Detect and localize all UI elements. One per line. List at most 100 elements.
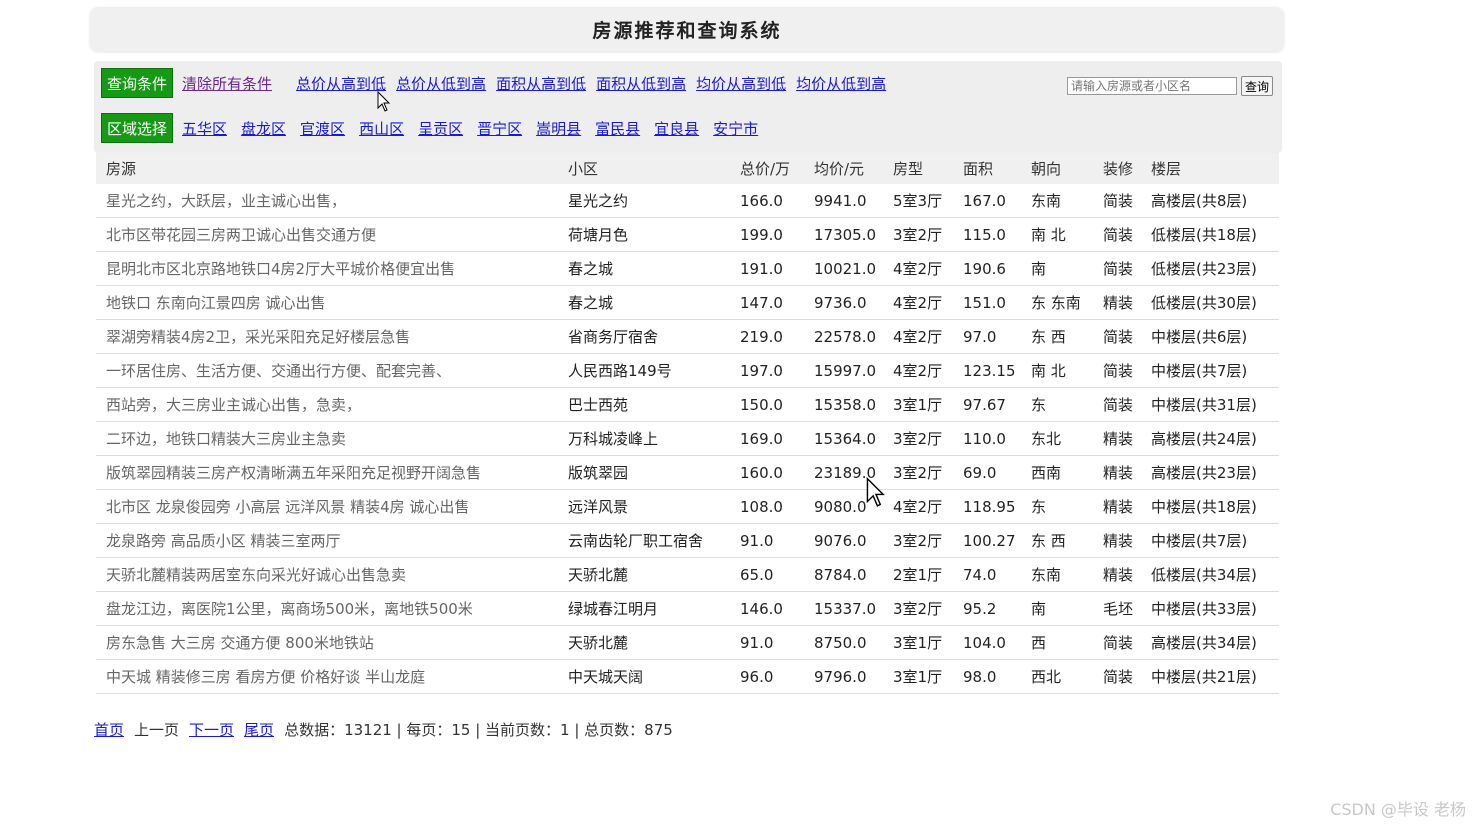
cell-title: 西站旁，大三房业主诚心出售，急卖， <box>96 387 558 422</box>
cell-floor: 低楼层(共30层) <box>1141 285 1279 320</box>
cell-layout: 4室2厅 <box>883 319 953 354</box>
table-row: 二环边，地铁口精装大三房业主急卖 万科城凌峰上 169.0 15364.0 3室2厅 11… <box>96 421 1279 456</box>
region-link-jinning[interactable]: 晋宁区 <box>477 118 522 139</box>
cell-community: 天骄北麓 <box>558 557 730 592</box>
cell-floor: 低楼层(共23层) <box>1141 251 1279 286</box>
cell-title: 星光之约，大跃层，业主诚心出售， <box>96 184 558 218</box>
region-row: 区域选择 五华区 盘龙区 官渡区 西山区 呈贡区 晋宁区 嵩明县 富民县 宜良县… <box>101 113 763 143</box>
cell-area: 115.0 <box>953 217 1021 252</box>
cell-area: 97.0 <box>953 319 1021 354</box>
cell-area: 69.0 <box>953 455 1021 490</box>
cell-layout: 3室1厅 <box>883 625 953 660</box>
table-row: 翠湖旁精装4房2卫，采光采阳充足好楼层急售 省商务厅宿舍 219.0 22578.0 4… <box>96 319 1279 354</box>
first-page-link[interactable]: 首页 <box>94 719 124 740</box>
cell-community: 荷塘月色 <box>558 217 730 252</box>
header-total-price: 总价/万 <box>730 153 804 184</box>
table-row: 一环居住房、生活方便、交通出行方便、配套完善、 人民西路149号 197.0 1599… <box>96 353 1279 388</box>
cell-title: 天骄北麓精装两居室东向采光好诚心出售急卖 <box>96 557 558 592</box>
cell-decoration: 简装 <box>1093 184 1141 218</box>
region-link-songming[interactable]: 嵩明县 <box>536 118 581 139</box>
last-page-link[interactable]: 尾页 <box>244 719 274 740</box>
cell-total-price: 199.0 <box>730 217 804 252</box>
header-title: 房源 <box>96 153 558 184</box>
cell-unit-price: 8784.0 <box>804 557 883 592</box>
cell-unit-price: 15364.0 <box>804 421 883 456</box>
cell-layout: 3室2厅 <box>883 217 953 252</box>
cell-area: 100.27 <box>953 523 1021 558</box>
cell-layout: 5室3厅 <box>883 184 953 218</box>
cell-decoration: 精装 <box>1093 523 1141 558</box>
sort-area-desc-link[interactable]: 面积从高到低 <box>496 73 586 94</box>
cell-area: 167.0 <box>953 184 1021 218</box>
cell-unit-price: 10021.0 <box>804 251 883 286</box>
region-link-fumin[interactable]: 富民县 <box>595 118 640 139</box>
sort-unit-price-desc-link[interactable]: 均价从高到低 <box>696 73 786 94</box>
cell-unit-price: 15337.0 <box>804 591 883 626</box>
next-page-link[interactable]: 下一页 <box>189 719 234 740</box>
cell-area: 110.0 <box>953 421 1021 456</box>
table-row: 星光之约，大跃层，业主诚心出售， 星光之约 166.0 9941.0 5室3厅 167.0… <box>96 184 1279 218</box>
cell-decoration: 精装 <box>1093 421 1141 456</box>
region-link-xishan[interactable]: 西山区 <box>359 118 404 139</box>
cell-total-price: 191.0 <box>730 251 804 286</box>
page-title: 房源推荐和查询系统 <box>90 7 1284 51</box>
cell-orientation: 南 <box>1021 251 1093 286</box>
cell-area: 74.0 <box>953 557 1021 592</box>
cell-total-price: 91.0 <box>730 523 804 558</box>
region-link-yiliang[interactable]: 宜良县 <box>654 118 699 139</box>
cell-title: 昆明北市区北京路地铁口4房2厅大平城价格便宜出售 <box>96 251 558 286</box>
region-link-guandu[interactable]: 官渡区 <box>300 118 345 139</box>
cell-layout: 3室1厅 <box>883 659 953 694</box>
table-row: 中天城 精装修三房 看房方便 价格好谈 半山龙庭 中天城天阔 96.0 9796.0 3… <box>96 659 1279 694</box>
cell-unit-price: 9076.0 <box>804 523 883 558</box>
region-link-chenggong[interactable]: 呈贡区 <box>418 118 463 139</box>
cell-layout: 4室2厅 <box>883 285 953 320</box>
cell-title: 盘龙江边，离医院1公里，离商场500米，离地铁500米 <box>96 591 558 626</box>
cell-decoration: 简装 <box>1093 387 1141 422</box>
search-input[interactable] <box>1066 77 1237 95</box>
cell-area: 97.67 <box>953 387 1021 422</box>
sort-area-asc-link[interactable]: 面积从低到高 <box>596 73 686 94</box>
cell-title: 中天城 精装修三房 看房方便 价格好谈 半山龙庭 <box>96 659 558 694</box>
cell-decoration: 毛坯 <box>1093 591 1141 626</box>
cell-floor: 中楼层(共7层) <box>1141 353 1279 388</box>
table-row: 龙泉路旁 高品质小区 精装三室两厅 云南齿轮厂职工宿舍 91.0 9076.0 3室2厅… <box>96 523 1279 558</box>
query-conditions-tag: 查询条件 <box>101 68 174 98</box>
cell-title: 版筑翠园精装三房产权清晰满五年采阳充足视野开阔急售 <box>96 455 558 490</box>
cell-community: 巴士西苑 <box>558 387 730 422</box>
table-row: 北市区带花园三房两卫诚心出售交通方便 荷塘月色 199.0 17305.0 3室2厅 11… <box>96 217 1279 252</box>
cell-floor: 中楼层(共31层) <box>1141 387 1279 422</box>
sort-total-price-desc-link[interactable]: 总价从高到低 <box>296 73 386 94</box>
cell-orientation: 南 <box>1021 591 1093 626</box>
region-link-anning[interactable]: 安宁市 <box>713 118 758 139</box>
cell-decoration: 精装 <box>1093 455 1141 490</box>
pagination: 首页 上一页 下一页 尾页 总数据：13121 | 每页：15 | 当前页数：1… <box>94 718 673 740</box>
cell-community: 省商务厅宿舍 <box>558 319 730 354</box>
cell-orientation: 西北 <box>1021 659 1093 694</box>
table-row: 地铁口 东南向江景四房 诚心出售 春之城 147.0 9736.0 4室2厅 151.0 东… <box>96 285 1279 320</box>
sort-total-price-asc-link[interactable]: 总价从低到高 <box>396 73 486 94</box>
cell-orientation: 东南 <box>1021 184 1093 218</box>
watermark: CSDN @毕设 老杨 <box>1330 800 1466 819</box>
cell-floor: 高楼层(共34层) <box>1141 625 1279 660</box>
table-header-row: 房源 小区 总价/万 均价/元 房型 面积 朝向 装修 楼层 <box>96 153 1279 184</box>
header-community: 小区 <box>558 153 730 184</box>
table-row: 盘龙江边，离医院1公里，离商场500米，离地铁500米 绿城春江明月 146.0 15… <box>96 591 1279 626</box>
cell-community: 天骄北麓 <box>558 625 730 660</box>
cell-unit-price: 22578.0 <box>804 319 883 354</box>
header-area: 面积 <box>953 153 1021 184</box>
region-link-wuhua[interactable]: 五华区 <box>182 118 227 139</box>
cell-floor: 高楼层(共24层) <box>1141 421 1279 456</box>
cell-title: 二环边，地铁口精装大三房业主急卖 <box>96 421 558 456</box>
cell-community: 远洋风景 <box>558 489 730 524</box>
cell-floor: 中楼层(共18层) <box>1141 489 1279 524</box>
header-layout: 房型 <box>883 153 953 184</box>
table-row: 天骄北麓精装两居室东向采光好诚心出售急卖 天骄北麓 65.0 8784.0 2室1厅 74… <box>96 557 1279 592</box>
table-row: 北市区 龙泉俊园旁 小高层 远洋风景 精装4房 诚心出售 远洋风景 108.0 908… <box>96 489 1279 524</box>
clear-all-conditions-link[interactable]: 清除所有条件 <box>182 73 272 94</box>
cell-unit-price: 17305.0 <box>804 217 883 252</box>
cell-title: 北市区带花园三房两卫诚心出售交通方便 <box>96 217 558 252</box>
region-link-panlong[interactable]: 盘龙区 <box>241 118 286 139</box>
sort-unit-price-asc-link[interactable]: 均价从低到高 <box>796 73 886 94</box>
search-button[interactable]: 查询 <box>1240 76 1273 96</box>
